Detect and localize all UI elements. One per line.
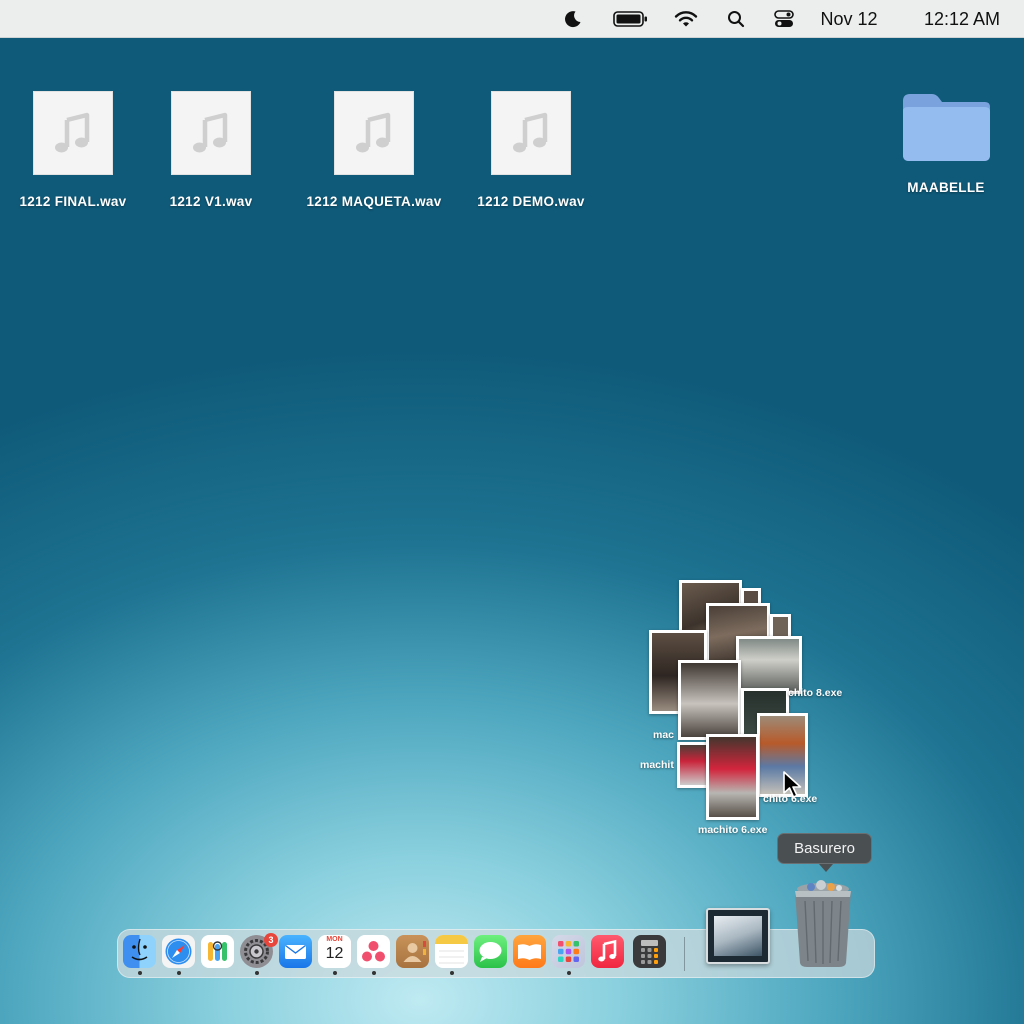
running-indicator [333,971,337,975]
desktop-file-1212-v1[interactable]: 1212 V1.wav [151,91,271,209]
desktop-file-1212-final[interactable]: 1212 FINAL.wav [13,91,133,209]
desktop-folder-maabelle[interactable]: MAABELLE [886,91,1006,195]
finder-icon[interactable] [123,935,156,968]
calendar-day-text: 12 [325,945,344,962]
wifi-icon[interactable] [673,0,699,38]
menubar-time[interactable]: 12:12 AM [910,0,1014,38]
desktop-file-label: 1212 DEMO.wav [477,194,585,209]
photo-file-label: machit [640,759,674,771]
photo-thumbnail[interactable] [706,734,759,820]
running-indicator [567,971,571,975]
photo-thumbnail[interactable] [678,660,741,740]
calendar-icon[interactable]: MON 12 [318,935,351,968]
mouse-cursor-icon [782,770,806,805]
running-indicator [138,971,142,975]
photo-file-label: machito 6.exe [698,824,768,836]
passwords-icon[interactable] [201,935,234,968]
control-center-icon[interactable] [772,0,796,38]
music-icon[interactable] [591,935,624,968]
books-icon[interactable] [513,935,546,968]
minimized-window-thumbnail[interactable] [706,908,770,964]
desktop-file-1212-maqueta[interactable]: 1212 MAQUETA.wav [294,91,454,209]
desktop-folder-label: MAABELLE [907,180,985,195]
contacts-icon[interactable] [396,935,429,968]
safari-icon[interactable] [162,935,195,968]
trash-icon[interactable] [789,879,859,969]
calculator-icon[interactable] [633,935,666,968]
audio-file-icon [33,91,113,175]
photo-file-label: chito 8.exe [788,687,843,699]
moon-icon[interactable] [561,0,585,38]
dock-separator [684,937,685,971]
messages-icon[interactable] [474,935,507,968]
photo-file-label: mac [653,729,675,741]
audio-file-icon [171,91,251,175]
menu-bar: Nov 12 12:12 AM [0,0,1024,38]
folder-icon [899,91,993,168]
notes-icon[interactable] [435,935,468,968]
calendar-month-text: MON [318,935,351,944]
menubar-date[interactable]: Nov 12 [808,0,890,38]
trash-tooltip: Basurero [777,833,872,872]
running-indicator [372,971,376,975]
notification-badge: 3 [264,933,278,947]
running-indicator [255,971,259,975]
asana-icon[interactable] [357,935,390,968]
running-indicator [450,971,454,975]
battery-icon[interactable] [612,0,650,38]
desktop-file-label: 1212 FINAL.wav [19,194,127,209]
mail-icon[interactable] [279,935,312,968]
desktop-file-1212-demo[interactable]: 1212 DEMO.wav [461,91,601,209]
photo-thumbnail[interactable] [736,636,802,694]
audio-file-icon [334,91,414,175]
desktop-file-label: 1212 V1.wav [169,194,253,209]
running-indicator [177,971,181,975]
desktop-file-label: 1212 MAQUETA.wav [306,194,442,209]
launchpad-icon[interactable] [552,935,585,968]
search-icon[interactable] [725,0,747,38]
audio-file-icon [491,91,571,175]
